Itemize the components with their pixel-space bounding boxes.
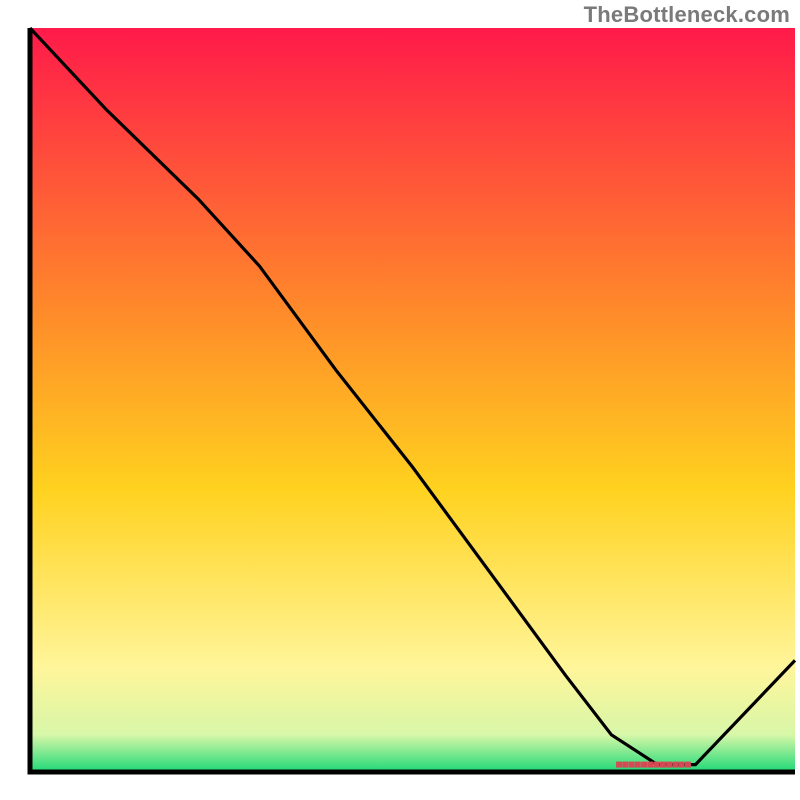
plot-background	[30, 28, 795, 772]
chart-container: { "watermark": "TheBottleneck.com", "col…	[0, 0, 800, 800]
watermark-text: TheBottleneck.com	[584, 2, 790, 28]
bottleneck-chart	[0, 0, 800, 800]
